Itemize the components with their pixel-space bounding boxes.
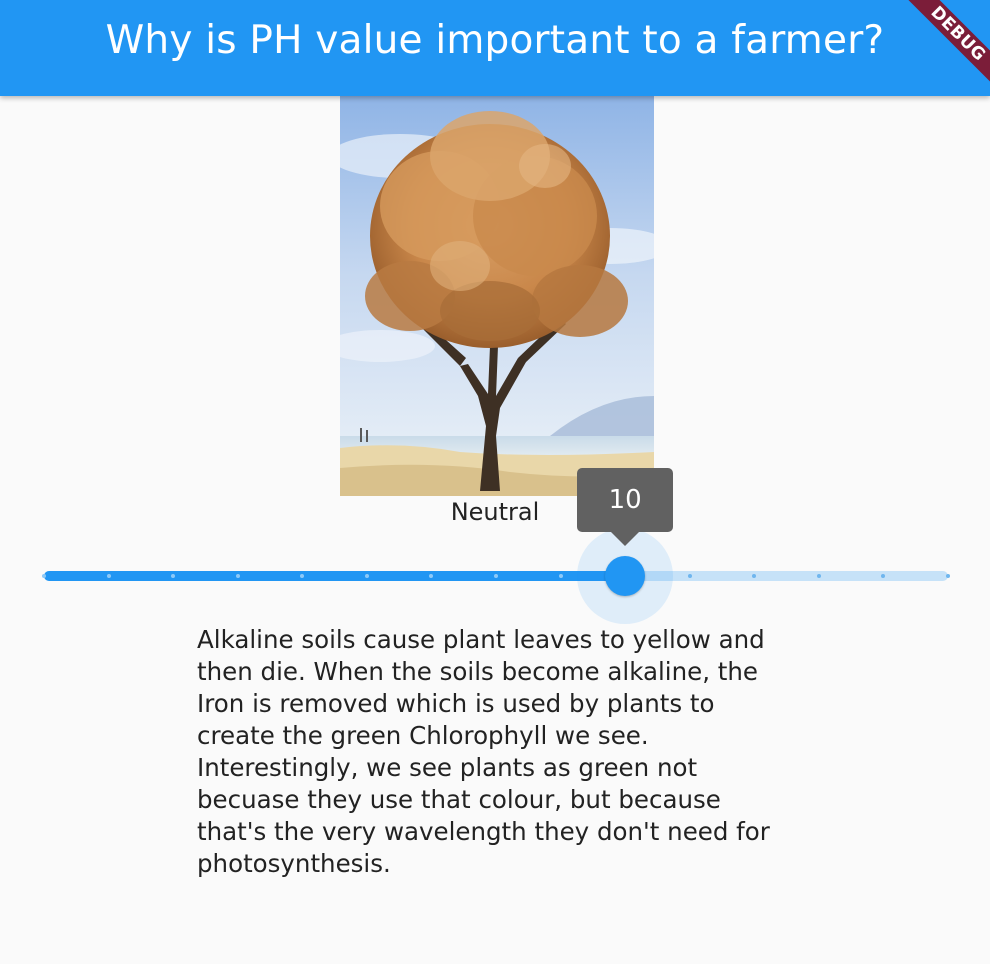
slider-tick (946, 574, 950, 578)
slider-tick (494, 574, 498, 578)
ph-slider[interactable]: 10 (42, 468, 950, 624)
slider-tick (235, 574, 240, 578)
ph-category-label: Neutral (450, 498, 540, 526)
tree-image (340, 96, 654, 496)
slider-tick (106, 574, 111, 578)
slider-tick (364, 574, 369, 578)
slider-track-active[interactable] (44, 571, 626, 581)
slider-tick (687, 574, 692, 578)
debug-banner: DEBUG (890, 0, 990, 100)
slider-tick (42, 574, 46, 578)
slider-value-indicator: 10 (577, 468, 674, 546)
app-bar-title: Why is PH value important to a farmer? (105, 18, 885, 63)
debug-banner-label: DEBUG (904, 0, 990, 88)
slider-thumb[interactable] (605, 556, 646, 596)
ph-description-text: Alkaline soils cause plant leaves to yel… (197, 625, 770, 878)
slider-tick (558, 574, 563, 578)
app-bar: Why is PH value important to a farmer? (0, 0, 990, 96)
slider-tick (816, 574, 821, 578)
